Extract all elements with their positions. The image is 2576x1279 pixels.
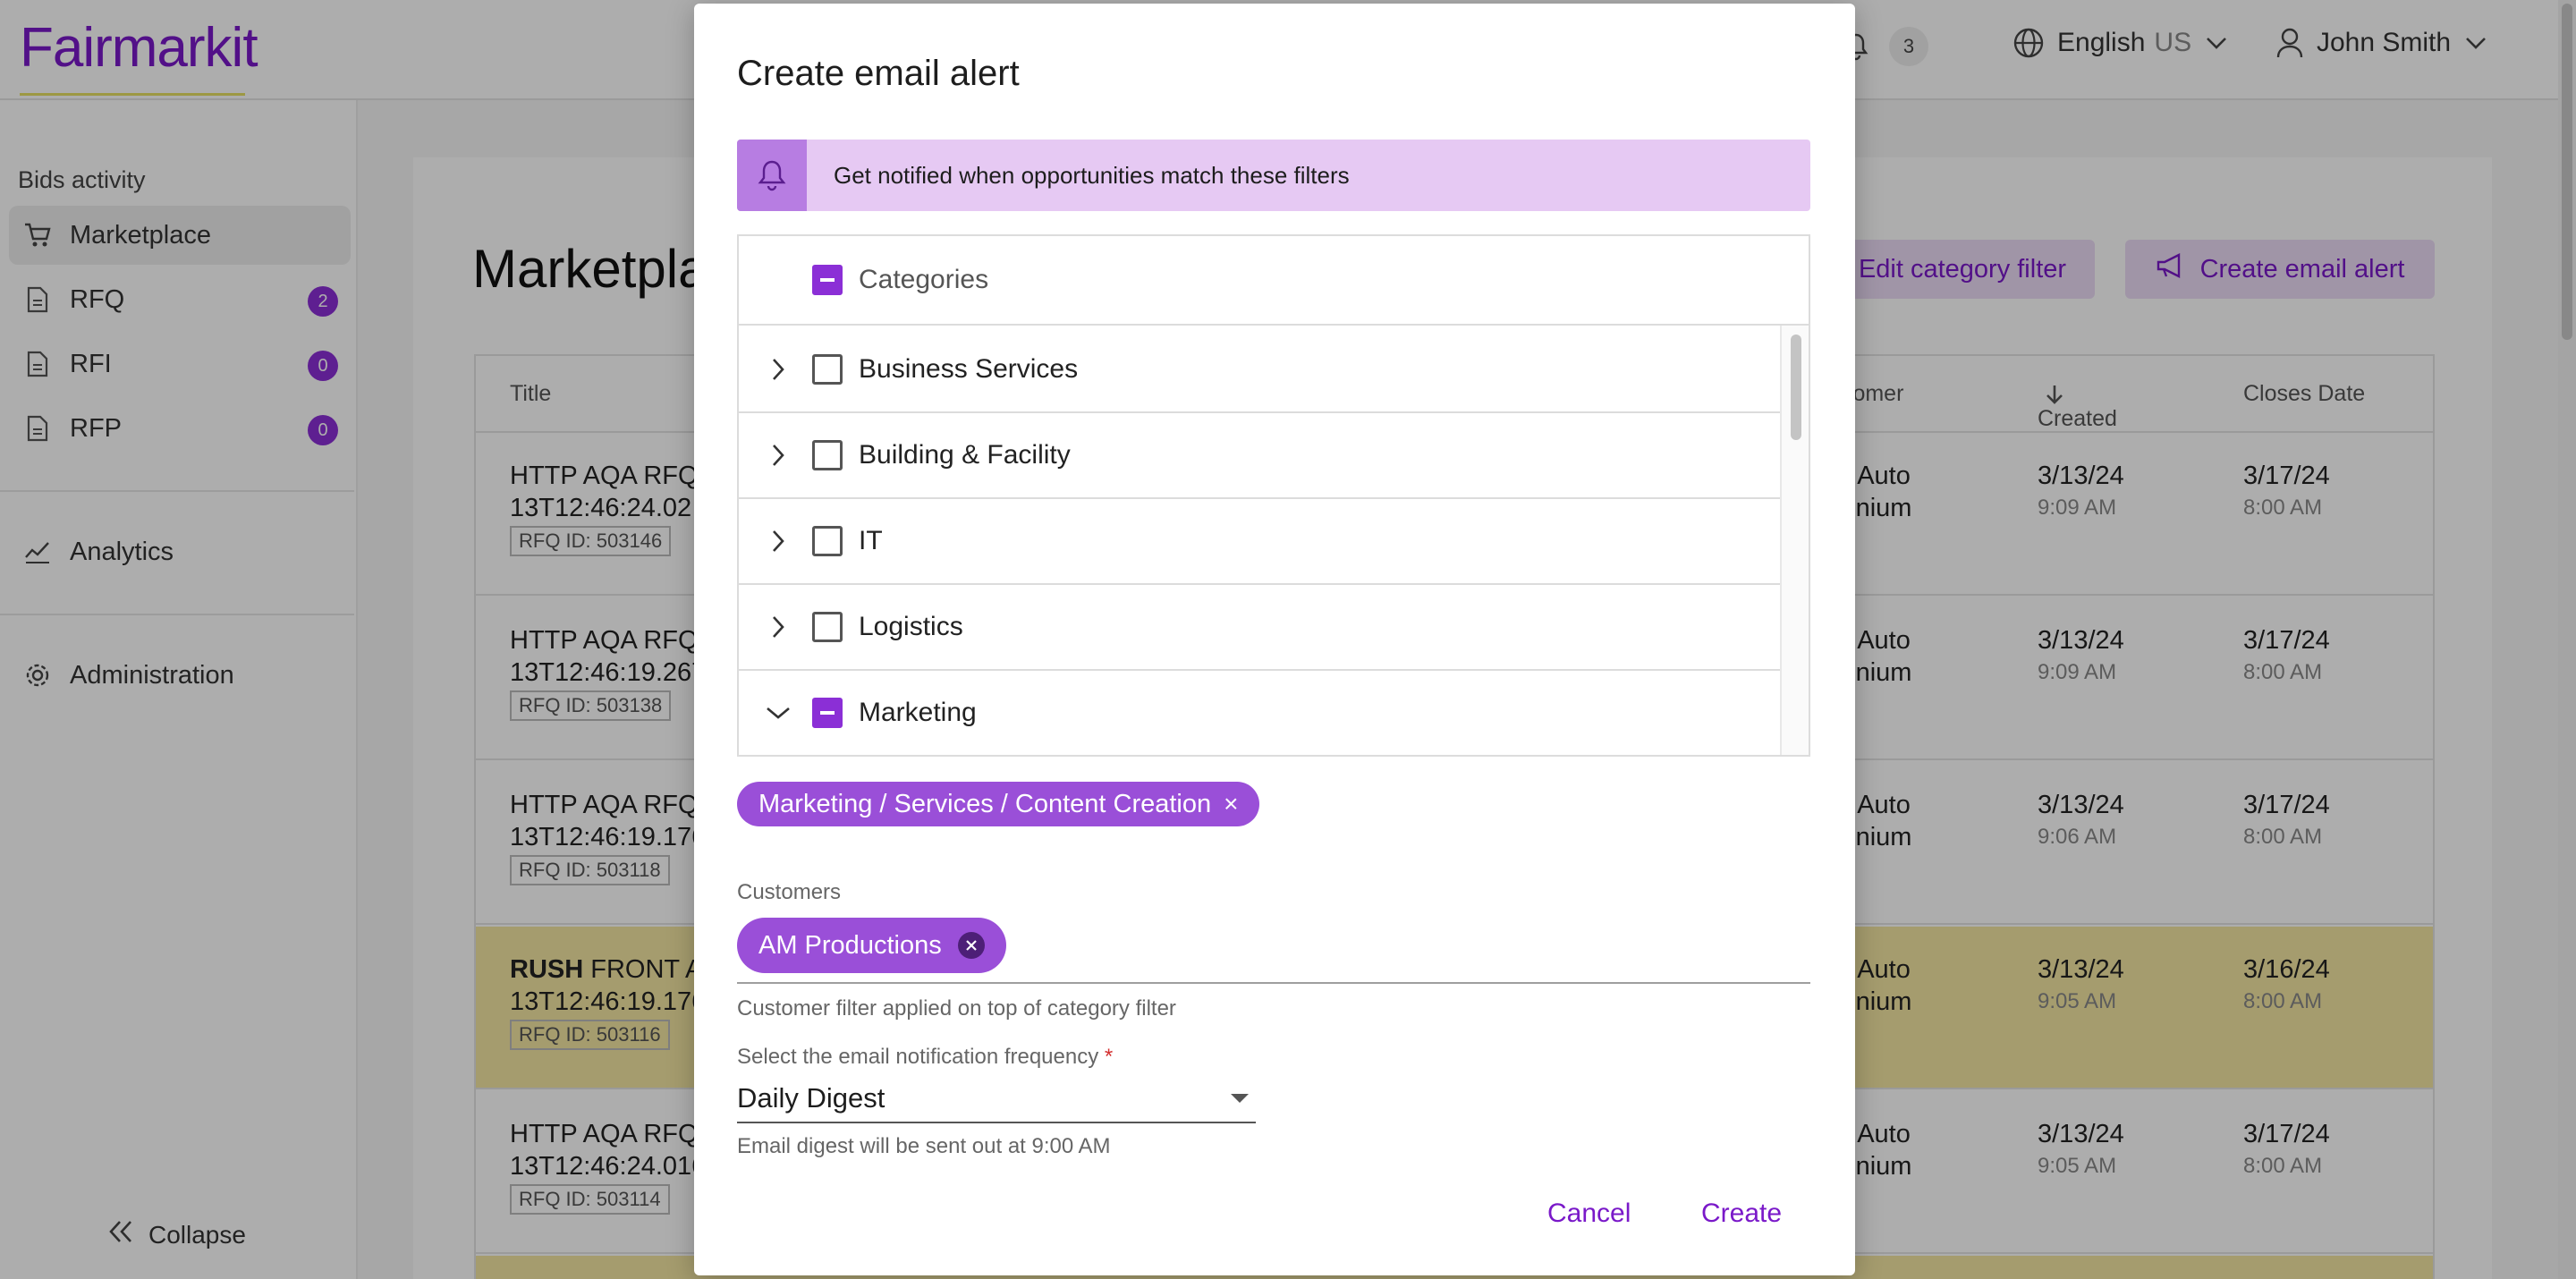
chevron-right-icon[interactable] bbox=[760, 609, 796, 645]
bell-icon bbox=[737, 140, 807, 211]
frequency-value: Daily Digest bbox=[737, 1082, 886, 1114]
categories-select-all-checkbox[interactable] bbox=[812, 265, 843, 295]
category-row-it[interactable]: IT bbox=[739, 499, 1782, 585]
customers-input[interactable] bbox=[737, 982, 1810, 984]
customers-helper-text: Customer filter applied on top of catego… bbox=[737, 996, 1176, 1021]
chip-label: Marketing / Services / Content Creation bbox=[758, 789, 1212, 818]
frequency-helper-text: Email digest will be sent out at 9:00 AM bbox=[737, 1134, 1111, 1158]
category-label: IT bbox=[859, 526, 883, 555]
category-label: Marketing bbox=[859, 698, 977, 727]
category-checkbox[interactable] bbox=[812, 612, 843, 642]
frequency-label-text: Select the email notification frequency bbox=[737, 1045, 1099, 1069]
customers-label: Customers bbox=[737, 880, 842, 904]
chevron-down-icon[interactable] bbox=[760, 695, 796, 731]
category-row-business-services[interactable]: Business Services bbox=[739, 327, 1782, 413]
info-banner: Get notified when opportunities match th… bbox=[737, 140, 1810, 211]
remove-circle-icon[interactable] bbox=[957, 932, 985, 959]
category-checkbox-indeterminate[interactable] bbox=[812, 698, 843, 728]
customer-chip: AM Productions bbox=[737, 918, 1006, 973]
frequency-select[interactable]: Daily Digest bbox=[737, 1075, 1256, 1123]
category-checkbox[interactable] bbox=[812, 526, 843, 556]
create-button[interactable]: Create bbox=[1701, 1199, 1782, 1229]
chip-label: AM Productions bbox=[758, 930, 942, 960]
required-marker: * bbox=[1104, 1045, 1114, 1069]
selected-category-chip: Marketing / Services / Content Creation … bbox=[737, 782, 1260, 826]
category-label: Building & Facility bbox=[859, 440, 1071, 470]
dropdown-caret-icon bbox=[1231, 1094, 1249, 1103]
category-checkbox[interactable] bbox=[812, 440, 843, 470]
chevron-right-icon[interactable] bbox=[760, 352, 796, 387]
cancel-button[interactable]: Cancel bbox=[1547, 1199, 1631, 1229]
info-banner-text: Get notified when opportunities match th… bbox=[834, 161, 1350, 189]
category-label: Logistics bbox=[859, 612, 963, 641]
chevron-right-icon[interactable] bbox=[760, 523, 796, 559]
category-tree-scrollbar[interactable] bbox=[1780, 326, 1809, 755]
close-icon[interactable]: × bbox=[1224, 790, 1238, 818]
category-row-marketing[interactable]: Marketing bbox=[739, 671, 1782, 755]
chevron-right-icon[interactable] bbox=[760, 437, 796, 473]
category-row-building-facility[interactable]: Building & Facility bbox=[739, 413, 1782, 499]
create-email-alert-dialog: Create email alert Get notified when opp… bbox=[694, 4, 1855, 1275]
category-tree-scrollbar-thumb[interactable] bbox=[1791, 335, 1801, 440]
category-tree: Categories Business Services Building & … bbox=[737, 234, 1810, 757]
category-label: Business Services bbox=[859, 354, 1079, 384]
frequency-label: Select the email notification frequency … bbox=[737, 1045, 1113, 1070]
category-row-logistics[interactable]: Logistics bbox=[739, 585, 1782, 671]
categories-header-row: Categories bbox=[739, 236, 1809, 326]
category-checkbox[interactable] bbox=[812, 354, 843, 385]
categories-header-label: Categories bbox=[859, 265, 989, 294]
dialog-title: Create email alert bbox=[737, 54, 1020, 93]
